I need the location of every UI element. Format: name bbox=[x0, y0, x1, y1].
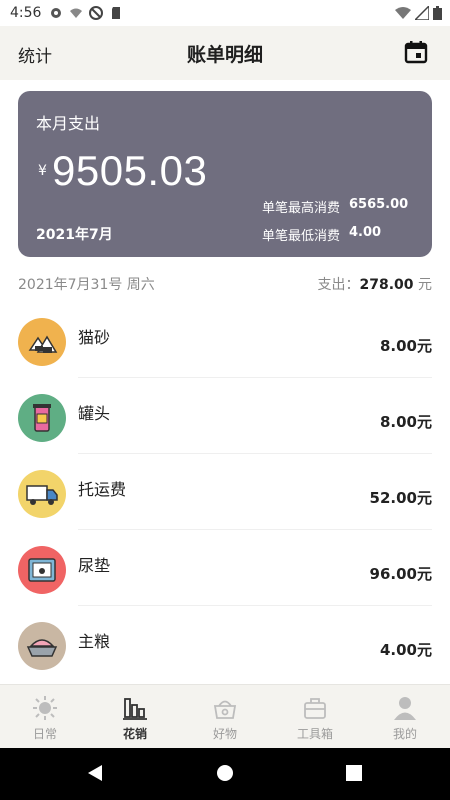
monthly-total: 9505.03 bbox=[52, 147, 208, 194]
recents-icon[interactable] bbox=[346, 764, 362, 782]
page-title: 账单明细 bbox=[186, 44, 263, 66]
daily-spend: 支出：278.00 元 bbox=[318, 274, 432, 294]
min-expense: 单笔最低消费 4.00 bbox=[262, 225, 381, 244]
item-price: 8.00元 bbox=[379, 337, 432, 355]
sun-icon bbox=[33, 696, 57, 720]
summary-label: 本月支出 bbox=[36, 114, 101, 133]
tab-label: 日常 bbox=[32, 727, 57, 741]
currency-symbol: ¥ bbox=[38, 163, 47, 179]
tab-label: 花销 bbox=[122, 727, 147, 741]
app-bar: 统计 账单明细 bbox=[0, 26, 450, 80]
status-bar: 4:56 bbox=[0, 0, 450, 26]
date-header: 2021年7月31号 周六 支出：278.00 元 bbox=[18, 274, 432, 294]
person-icon bbox=[394, 697, 416, 720]
wifi-icon bbox=[395, 7, 411, 19]
bar-chart-icon bbox=[123, 698, 147, 720]
monthly-summary-card: 本月支出 ¥ 9505.03 2021年7月 单笔最高消费 6565.00 单笔… bbox=[18, 91, 432, 257]
tab-toolbox[interactable]: 工具箱 bbox=[270, 685, 360, 748]
date-label: 2021年7月31号 周六 bbox=[18, 277, 155, 293]
min-expense-value: 4.00 bbox=[349, 225, 382, 240]
pet-pad-icon bbox=[18, 546, 66, 594]
cat-litter-icon bbox=[18, 318, 66, 366]
tab-label: 我的 bbox=[392, 727, 417, 741]
tab-spending[interactable]: 花销 bbox=[90, 685, 180, 748]
list-item[interactable]: 猫砂 8.00元 bbox=[0, 302, 450, 378]
wifi-off-icon bbox=[70, 8, 83, 18]
basket-icon bbox=[213, 700, 237, 719]
canned-food-icon bbox=[18, 394, 66, 442]
back-icon[interactable] bbox=[86, 764, 104, 782]
item-price: 4.00元 bbox=[379, 641, 432, 659]
bottom-nav: 日常 花销 好物 工具箱 我的 bbox=[0, 684, 450, 748]
calendar-icon[interactable] bbox=[404, 40, 428, 64]
home-icon[interactable] bbox=[216, 764, 234, 782]
tab-label: 工具箱 bbox=[296, 727, 333, 741]
no-disturb-icon bbox=[89, 6, 104, 20]
min-expense-label: 单笔最低消费 bbox=[262, 229, 341, 244]
item-name: 尿垫 bbox=[78, 556, 111, 575]
item-name: 托运费 bbox=[78, 480, 127, 499]
list-item[interactable]: 尿垫 96.00元 bbox=[0, 530, 450, 606]
item-price: 52.00元 bbox=[369, 489, 432, 507]
sd-card-icon bbox=[112, 7, 121, 19]
item-name: 主粮 bbox=[78, 632, 111, 651]
item-name: 猫砂 bbox=[78, 328, 111, 347]
truck-icon bbox=[18, 470, 66, 518]
daily-spend-label: 支出： bbox=[317, 277, 360, 293]
battery-icon bbox=[433, 6, 442, 20]
max-expense-value: 6565.00 bbox=[349, 197, 409, 212]
list-item[interactable]: 罐头 8.00元 bbox=[0, 378, 450, 454]
item-price: 8.00元 bbox=[379, 413, 432, 431]
system-nav-bar bbox=[0, 748, 450, 800]
max-expense: 单笔最高消费 6565.00 bbox=[262, 197, 408, 216]
item-price: 96.00元 bbox=[369, 565, 432, 583]
status-time: 4:56 bbox=[10, 5, 42, 21]
tab-goods[interactable]: 好物 bbox=[180, 685, 270, 748]
tab-daily[interactable]: 日常 bbox=[0, 685, 90, 748]
settings-icon bbox=[51, 8, 62, 18]
summary-month: 2021年7月 bbox=[36, 227, 113, 243]
daily-spend-value: 278.00 bbox=[359, 277, 414, 293]
signal-icon bbox=[415, 6, 429, 20]
daily-spend-unit: 元 bbox=[413, 277, 432, 293]
tab-mine[interactable]: 我的 bbox=[360, 685, 450, 748]
tab-label: 好物 bbox=[212, 727, 237, 741]
status-right bbox=[395, 6, 442, 20]
item-name: 罐头 bbox=[78, 404, 111, 423]
toolbox-icon bbox=[304, 698, 326, 719]
list-item[interactable]: 托运费 52.00元 bbox=[0, 454, 450, 530]
food-bowl-icon bbox=[18, 622, 66, 670]
list-item[interactable]: 主粮 4.00元 bbox=[0, 606, 450, 682]
max-expense-label: 单笔最高消费 bbox=[262, 201, 341, 216]
